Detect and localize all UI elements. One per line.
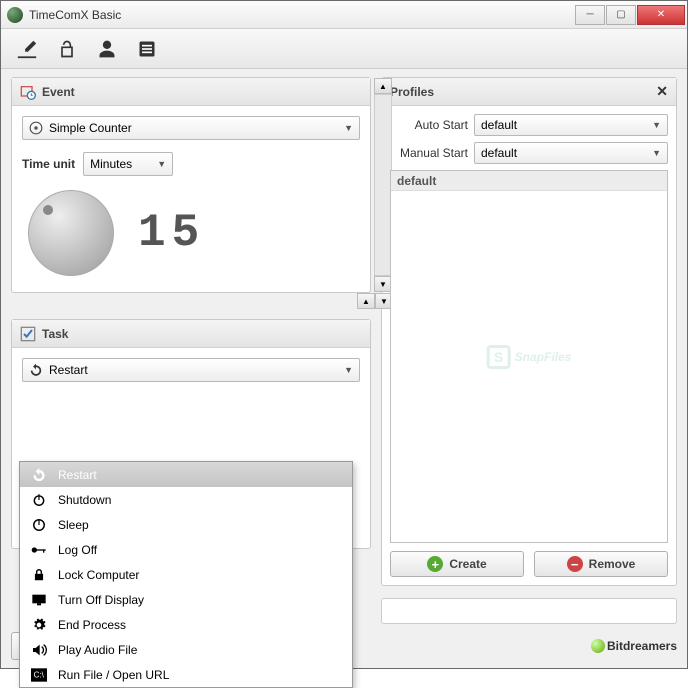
app-window: TimeComX Basic ─ ▢ ✕ Event Simple Counte… (0, 0, 688, 669)
minus-icon: − (567, 556, 583, 572)
chevron-down-icon: ▼ (652, 120, 661, 130)
menu-label: Run File / Open URL (58, 668, 169, 682)
create-button[interactable]: + Create (390, 551, 524, 577)
counter-display: 15 (138, 207, 205, 259)
profiles-panel: Profiles ✕ Auto Start default ▼ Manual S… (381, 77, 677, 586)
auto-start-dropdown[interactable]: default ▼ (474, 114, 668, 136)
menu-label: End Process (58, 618, 126, 632)
task-dropdown-menu: Restart Shutdown Sleep Log Off Lock Comp… (19, 461, 353, 688)
right-column: Profiles ✕ Auto Start default ▼ Manual S… (381, 77, 677, 624)
logo-icon (591, 639, 605, 653)
settings-icon[interactable] (15, 37, 39, 61)
menu-item-display-off[interactable]: Turn Off Display (20, 587, 352, 612)
main-toolbar (1, 29, 687, 69)
user-icon[interactable] (95, 37, 119, 61)
menu-label: Lock Computer (58, 568, 139, 582)
menu-label: Restart (58, 468, 97, 482)
list-item[interactable]: default (391, 171, 667, 191)
svg-text:C:\: C:\ (34, 670, 45, 679)
auto-start-value: default (481, 118, 517, 132)
manual-start-label: Manual Start (390, 146, 468, 160)
window-title: TimeComX Basic (29, 8, 121, 22)
scroll-up-button[interactable]: ▲ (374, 78, 392, 94)
create-label: Create (449, 557, 486, 571)
gear-icon (30, 617, 48, 633)
task-type-dropdown[interactable]: Restart ▼ (22, 358, 360, 382)
profiles-header-label: Profiles (390, 85, 434, 99)
event-header-label: Event (42, 85, 75, 99)
restart-icon (30, 467, 48, 483)
plus-icon: + (427, 556, 443, 572)
chevron-down-icon: ▼ (344, 365, 353, 375)
profiles-list[interactable]: default SSnapFiles (390, 170, 668, 543)
maximize-button[interactable]: ▢ (606, 5, 636, 25)
brand-label: Bitdreamers (607, 639, 677, 653)
content-area: Event Simple Counter ▼ Time unit Minutes… (1, 69, 687, 628)
check-icon (20, 326, 36, 342)
minimize-button[interactable]: ─ (575, 5, 605, 25)
event-header: Event (12, 78, 370, 106)
menu-item-sleep[interactable]: Sleep (20, 512, 352, 537)
menu-label: Shutdown (58, 493, 111, 507)
menu-item-lock[interactable]: Lock Computer (20, 562, 352, 587)
menu-item-play-audio[interactable]: Play Audio File (20, 637, 352, 662)
watermark: SSnapFiles (487, 345, 572, 369)
manual-start-dropdown[interactable]: default ▼ (474, 142, 668, 164)
menu-label: Sleep (58, 518, 89, 532)
power-icon (30, 492, 48, 508)
close-button[interactable]: ✕ (637, 5, 685, 25)
brand-logo: Bitdreamers (591, 639, 677, 653)
calendar-clock-icon (20, 84, 36, 100)
task-header: Task (12, 320, 370, 348)
event-type-dropdown[interactable]: Simple Counter ▼ (22, 116, 360, 140)
app-icon (7, 7, 23, 23)
profile-name: default (397, 174, 436, 188)
titlebar: TimeComX Basic ─ ▢ ✕ (1, 1, 687, 29)
menu-label: Turn Off Display (58, 593, 144, 607)
time-unit-label: Time unit (22, 157, 75, 171)
spin-up-button[interactable]: ▲ (357, 293, 375, 309)
key-icon (30, 542, 48, 558)
remove-button[interactable]: − Remove (534, 551, 668, 577)
menu-item-restart[interactable]: Restart (20, 462, 352, 487)
counter-knob[interactable] (28, 190, 114, 276)
gear-icon (29, 121, 43, 135)
monitor-icon (30, 592, 48, 608)
chevron-down-icon: ▼ (157, 159, 166, 169)
menu-item-run-file[interactable]: C:\ Run File / Open URL (20, 662, 352, 687)
menu-label: Play Audio File (58, 643, 137, 657)
menu-item-logoff[interactable]: Log Off (20, 537, 352, 562)
event-type-label: Simple Counter (49, 121, 132, 135)
restart-icon (29, 363, 43, 377)
task-header-label: Task (42, 327, 68, 341)
auto-start-label: Auto Start (390, 118, 468, 132)
menu-item-shutdown[interactable]: Shutdown (20, 487, 352, 512)
time-unit-dropdown[interactable]: Minutes ▼ (83, 152, 173, 176)
event-panel: Event Simple Counter ▼ Time unit Minutes… (11, 77, 371, 293)
chevron-down-icon: ▼ (344, 123, 353, 133)
standby-icon (30, 517, 48, 533)
unlock-icon[interactable] (55, 37, 79, 61)
menu-item-end-process[interactable]: End Process (20, 612, 352, 637)
list-icon[interactable] (135, 37, 159, 61)
manual-start-value: default (481, 146, 517, 160)
lock-icon (30, 567, 48, 583)
chevron-down-icon: ▼ (652, 148, 661, 158)
status-bar (381, 598, 677, 624)
menu-label: Log Off (58, 543, 97, 557)
task-selected-label: Restart (49, 363, 88, 377)
close-icon[interactable]: ✕ (656, 83, 668, 100)
time-unit-value: Minutes (90, 157, 132, 171)
profiles-header: Profiles ✕ (382, 78, 676, 106)
speaker-icon (30, 642, 48, 658)
remove-label: Remove (589, 557, 636, 571)
